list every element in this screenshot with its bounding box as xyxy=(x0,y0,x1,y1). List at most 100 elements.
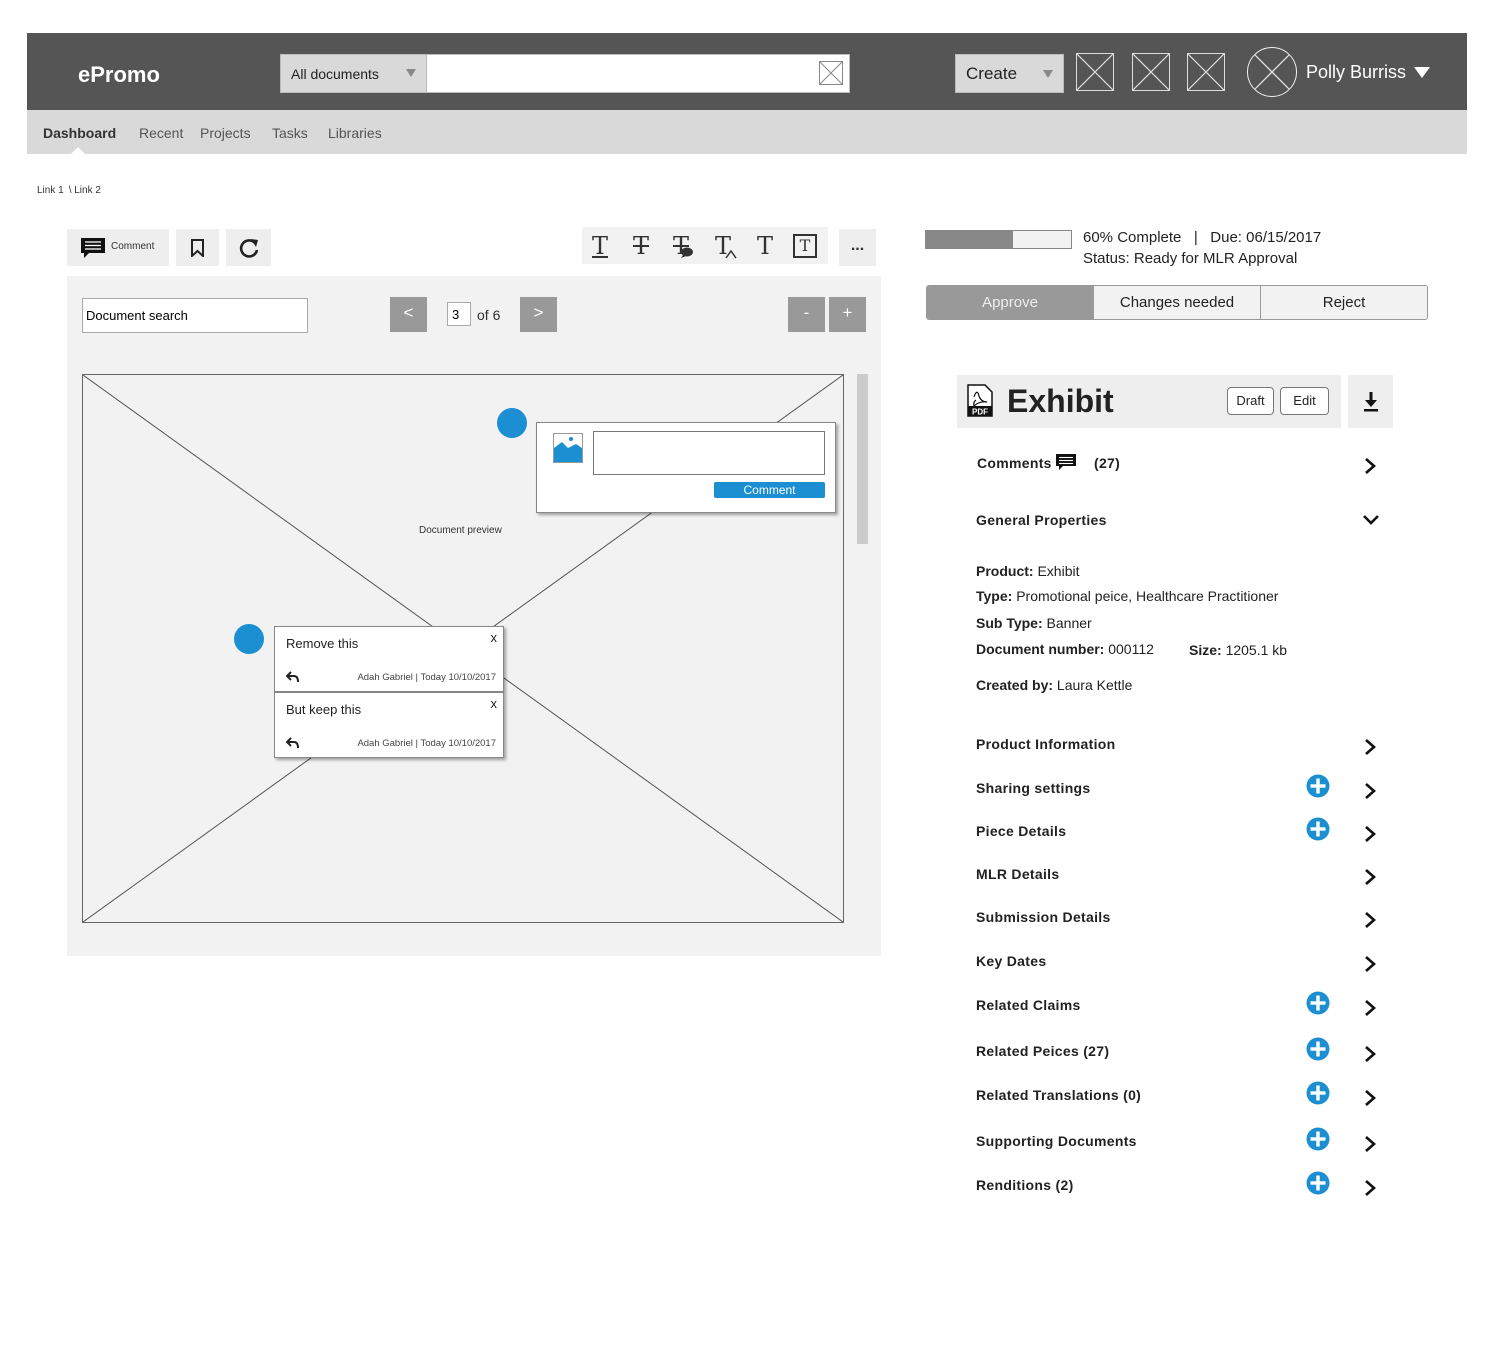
download-icon xyxy=(1364,392,1378,412)
prev-page-button[interactable]: < xyxy=(390,297,427,332)
add-icon[interactable] xyxy=(1306,1171,1330,1195)
property-product: Product: Exhibit xyxy=(976,563,1080,579)
comments-section-label[interactable]: Comments xyxy=(977,455,1052,471)
reply-icon[interactable] xyxy=(286,671,300,683)
chevron-right-icon[interactable] xyxy=(1363,739,1377,755)
draft-badge[interactable]: Draft xyxy=(1227,387,1274,415)
comment-text: Remove this xyxy=(286,636,359,651)
text-highlight-icon[interactable]: T xyxy=(710,232,737,260)
comment-pin[interactable] xyxy=(234,624,264,654)
document-viewer: < of 6 > - + Document preview Comment Re… xyxy=(67,276,881,956)
header-action-icon-2[interactable] xyxy=(1132,53,1170,91)
nav-recent[interactable]: Recent xyxy=(139,125,183,141)
header-action-icon-3[interactable] xyxy=(1187,53,1225,91)
section-label[interactable]: Sharing settings xyxy=(976,780,1090,796)
comments-count: (27) xyxy=(1094,455,1121,471)
section-label[interactable]: Supporting Documents xyxy=(976,1133,1137,1149)
more-button[interactable]: ... xyxy=(839,229,876,266)
section-label[interactable]: Related Translations (0) xyxy=(976,1087,1141,1103)
chevron-down-icon[interactable] xyxy=(1362,513,1380,527)
add-icon[interactable] xyxy=(1306,1081,1330,1105)
chevron-right-icon[interactable] xyxy=(1363,826,1377,842)
zoom-out-button[interactable]: - xyxy=(788,297,825,332)
chevron-right-icon[interactable] xyxy=(1363,912,1377,928)
section-label[interactable]: Submission Details xyxy=(976,909,1111,925)
edit-button[interactable]: Edit xyxy=(1280,387,1329,415)
section-label[interactable]: MLR Details xyxy=(976,866,1059,882)
caret-down-icon xyxy=(406,69,416,77)
text-box-icon[interactable]: T xyxy=(793,234,817,258)
next-page-button[interactable]: > xyxy=(520,297,557,332)
search-clear-icon[interactable] xyxy=(819,61,843,85)
property-type: Type: Promotional peice, Healthcare Prac… xyxy=(976,588,1279,604)
reply-icon[interactable] xyxy=(286,737,300,749)
main-nav: Dashboard Recent Projects Tasks Librarie… xyxy=(27,110,1467,154)
text-comment-icon[interactable]: T xyxy=(668,232,694,260)
zoom-in-button[interactable]: + xyxy=(829,297,866,332)
section-label[interactable]: Renditions (2) xyxy=(976,1177,1074,1193)
approve-button[interactable]: Approve xyxy=(927,286,1094,319)
image-icon[interactable] xyxy=(553,433,583,463)
add-icon[interactable] xyxy=(1306,1037,1330,1061)
text-insert-icon[interactable]: T xyxy=(752,232,778,260)
strikethrough-icon[interactable]: T xyxy=(628,232,654,260)
section-label[interactable]: Key Dates xyxy=(976,953,1046,969)
add-icon[interactable] xyxy=(1306,991,1330,1015)
nav-projects[interactable]: Projects xyxy=(200,125,251,141)
nav-libraries[interactable]: Libraries xyxy=(328,125,382,141)
avatar[interactable] xyxy=(1247,47,1297,97)
bookmark-button[interactable] xyxy=(176,229,219,266)
chevron-right-icon[interactable] xyxy=(1363,1136,1377,1152)
add-icon[interactable] xyxy=(1306,774,1330,798)
chevron-right-icon[interactable] xyxy=(1363,1090,1377,1106)
close-comment-button[interactable]: x xyxy=(491,696,498,711)
reject-button[interactable]: Reject xyxy=(1261,286,1427,319)
chevron-right-icon[interactable] xyxy=(1363,783,1377,799)
submit-comment-button[interactable]: Comment xyxy=(714,482,825,498)
search-input[interactable] xyxy=(427,54,850,93)
chevron-right-icon[interactable] xyxy=(1363,1180,1377,1196)
section-label[interactable]: Related Claims xyxy=(976,997,1081,1013)
nav-dashboard[interactable]: Dashboard xyxy=(43,125,116,141)
bookmark-icon xyxy=(191,239,204,257)
document-search-input[interactable] xyxy=(82,298,308,333)
create-button[interactable]: Create xyxy=(955,54,1064,93)
section-label[interactable]: Piece Details xyxy=(976,823,1066,839)
changes-needed-button[interactable]: Changes needed xyxy=(1094,286,1261,319)
page-number-input[interactable] xyxy=(447,302,471,326)
chevron-right-icon[interactable] xyxy=(1363,956,1377,972)
comment-card: But keep this x Adah Gabriel | Today 10/… xyxy=(274,692,504,758)
add-icon[interactable] xyxy=(1306,817,1330,841)
comment-text: But keep this xyxy=(286,702,362,717)
general-properties-label[interactable]: General Properties xyxy=(976,512,1107,528)
search-scope-value: All documents xyxy=(291,66,379,82)
add-icon[interactable] xyxy=(1306,1127,1330,1151)
user-name[interactable]: Polly Burriss xyxy=(1306,62,1406,83)
section-label[interactable]: Related Peices (27) xyxy=(976,1043,1109,1059)
active-nav-indicator xyxy=(71,147,85,154)
text-icon[interactable]: T xyxy=(587,232,613,260)
chevron-right-icon[interactable] xyxy=(1363,1046,1377,1062)
comment-pin[interactable] xyxy=(497,408,527,438)
header-action-icon-1[interactable] xyxy=(1076,53,1114,91)
comment-icon xyxy=(1056,454,1076,470)
breadcrumb-link-2[interactable]: \ Link 2 xyxy=(69,185,101,196)
download-button[interactable] xyxy=(1348,375,1393,428)
section-label[interactable]: Product Information xyxy=(976,736,1115,752)
refresh-button[interactable] xyxy=(226,229,271,266)
nav-tasks[interactable]: Tasks xyxy=(272,125,308,141)
progress-bar xyxy=(925,230,1072,249)
search-scope-select[interactable]: All documents xyxy=(280,54,427,93)
chevron-right-icon[interactable] xyxy=(1363,869,1377,885)
comment-tool-button[interactable]: Comment xyxy=(67,229,169,266)
comment-text-input[interactable] xyxy=(593,431,825,475)
preview-scrollbar[interactable] xyxy=(857,374,868,544)
user-menu-caret-icon[interactable] xyxy=(1414,67,1430,78)
chevron-right-icon[interactable] xyxy=(1363,1000,1377,1016)
progress-fill xyxy=(926,231,1013,248)
chevron-right-icon[interactable] xyxy=(1363,458,1377,474)
breadcrumb-link-1[interactable]: Link 1 xyxy=(37,185,64,196)
text-format-toolbar: T T T T T T xyxy=(582,227,828,264)
document-title: Exhibit xyxy=(1007,383,1114,419)
close-comment-button[interactable]: x xyxy=(491,630,498,645)
